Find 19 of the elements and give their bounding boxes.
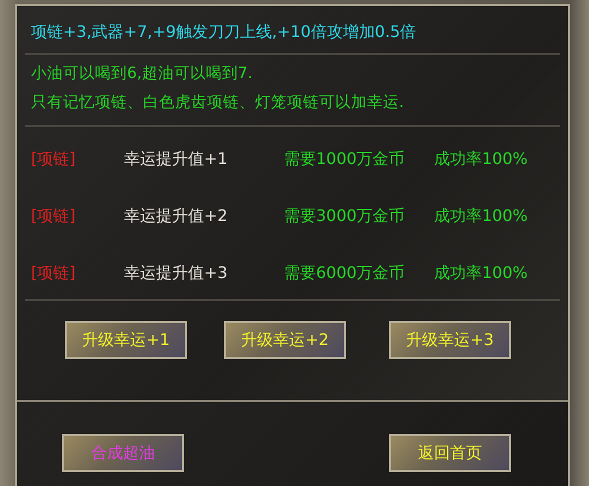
upgrade-label: 幸运提升值+3 <box>124 262 229 284</box>
info-text: 项链+3,武器+7,+9触发刀刀上线,+10倍攻增加0.5倍 <box>25 6 560 55</box>
success-rate: 成功率100% <box>434 206 528 226</box>
note-text: 小油可以喝到6,超油可以喝到7. <box>31 63 254 84</box>
upgrade-button[interactable]: 升级幸运+3 <box>389 321 511 359</box>
success-rate: 成功率100% <box>434 148 528 170</box>
item-tag: [项链] <box>31 148 124 170</box>
cost-text: 需要6000万金币 <box>284 262 406 284</box>
action-button[interactable]: 返回首页 <box>389 434 511 472</box>
item-tag: [项链] <box>31 262 124 284</box>
upgrade-button[interactable]: 升级幸运+1 <box>65 321 187 359</box>
upgrade-label: 幸运提升值+2 <box>124 206 229 226</box>
upgrade-button[interactable]: 升级幸运+2 <box>224 321 346 359</box>
item-tag: [项链] <box>31 206 124 226</box>
note-text: 只有记忆项链、白色虎齿项链、灯笼项链可以加幸运. <box>31 92 405 113</box>
cost-text: 需要1000万金币 <box>284 148 406 170</box>
success-rate: 成功率100% <box>434 262 528 284</box>
cost-text: 需要3000万金币 <box>284 206 406 226</box>
upgrade-label: 幸运提升值+1 <box>124 148 229 170</box>
